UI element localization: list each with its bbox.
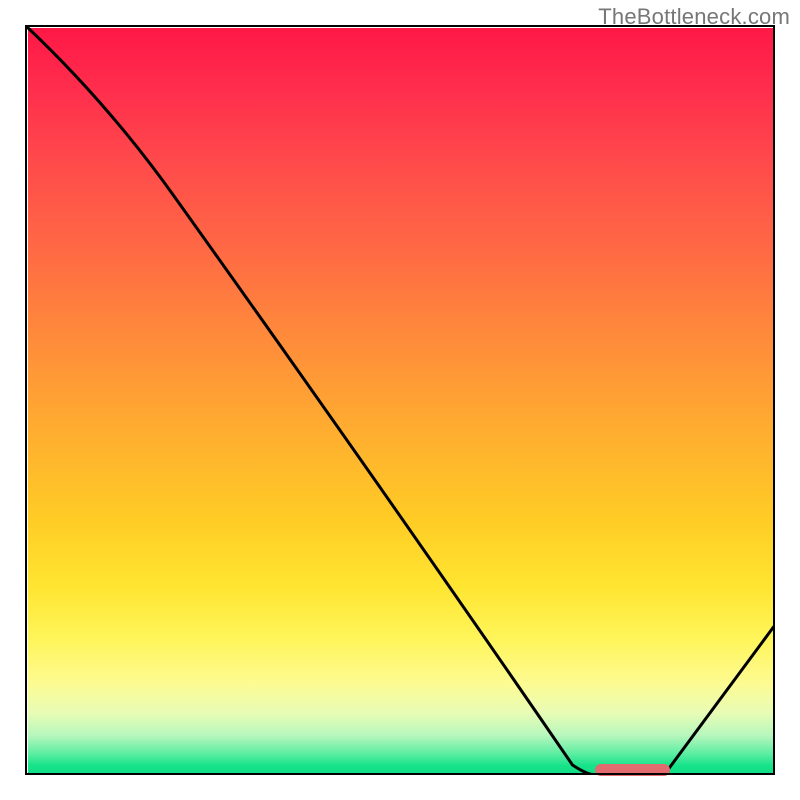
plot-area bbox=[25, 25, 775, 775]
curve-layer bbox=[25, 25, 775, 775]
chart-frame: TheBottleneck.com bbox=[0, 0, 800, 800]
bottleneck-curve bbox=[25, 25, 775, 775]
optimal-range-marker bbox=[595, 764, 670, 776]
